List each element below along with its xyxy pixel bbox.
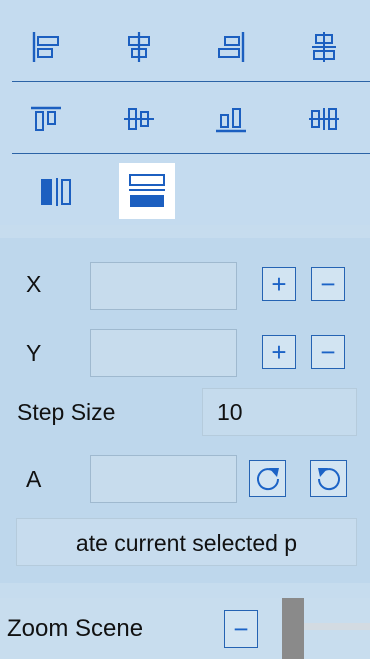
- fill-vertical-icon: [129, 174, 165, 207]
- rotate-clockwise-button[interactable]: [249, 460, 286, 497]
- align-middle-vertical-icon: [123, 108, 154, 130]
- fill-horizontal-button[interactable]: [29, 166, 83, 218]
- rotate-counterclockwise-button[interactable]: [310, 460, 347, 497]
- align-middle-vertical-button[interactable]: [93, 94, 186, 144]
- align-right-icon: [218, 32, 245, 62]
- a-label: A: [26, 466, 42, 492]
- y-input[interactable]: [90, 329, 237, 377]
- toolbar-divider-2: [12, 153, 370, 154]
- distribute-horizontal-icon: [311, 32, 336, 62]
- zoom-scene-label: Zoom Scene: [7, 615, 144, 642]
- toolbar-divider-1: [12, 81, 370, 82]
- align-left-icon: [33, 32, 60, 62]
- step-size-label: Step Size: [17, 399, 116, 425]
- align-right-button[interactable]: [185, 22, 278, 72]
- fill-vertical-button[interactable]: [119, 163, 175, 219]
- x-decrement-button[interactable]: −: [311, 267, 345, 301]
- status-text: ate current selected p: [16, 518, 357, 566]
- align-center-horizontal-icon: [127, 32, 150, 62]
- align-bottom-button[interactable]: [185, 94, 278, 144]
- align-center-horizontal-button[interactable]: [93, 22, 186, 72]
- a-input[interactable]: [90, 455, 237, 503]
- fill-horizontal-icon: [41, 178, 71, 206]
- x-input[interactable]: [90, 262, 237, 310]
- align-bottom-icon: [216, 108, 247, 133]
- zoom-out-button[interactable]: −: [224, 610, 258, 648]
- align-row-1: [0, 22, 370, 72]
- zoom-slider-thumb[interactable]: [282, 598, 304, 659]
- rotate-counterclockwise-icon: [317, 467, 340, 490]
- x-increment-button[interactable]: +: [262, 267, 296, 301]
- y-increment-button[interactable]: +: [262, 335, 296, 369]
- align-row-2: [0, 94, 370, 144]
- align-top-button[interactable]: [0, 94, 93, 144]
- zoom-slider-track[interactable]: [300, 623, 370, 630]
- y-decrement-button[interactable]: −: [311, 335, 345, 369]
- rotate-clockwise-icon: [256, 467, 279, 490]
- y-label: Y: [26, 340, 42, 366]
- distribute-vertical-icon: [308, 108, 339, 130]
- align-left-button[interactable]: [0, 22, 93, 72]
- distribute-vertical-button[interactable]: [278, 94, 370, 144]
- x-label: X: [26, 271, 42, 297]
- distribute-horizontal-button[interactable]: [278, 22, 370, 72]
- align-top-icon: [31, 106, 62, 131]
- step-size-input[interactable]: 10: [202, 388, 357, 436]
